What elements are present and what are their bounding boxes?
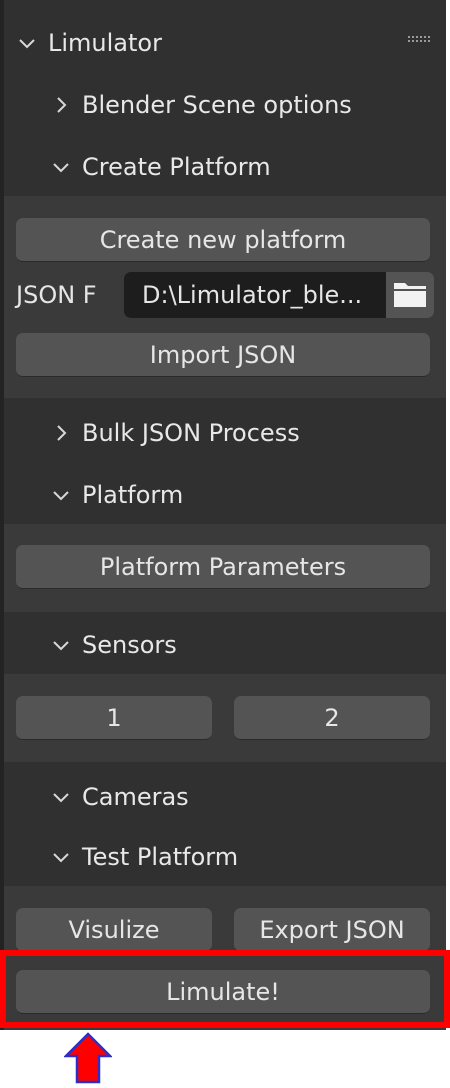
- section-label: Platform: [82, 481, 184, 509]
- chevron-down-icon: [16, 32, 38, 54]
- chevron-right-icon: [50, 94, 72, 116]
- section-create-platform[interactable]: Create Platform: [4, 148, 446, 186]
- section-label: Cameras: [82, 783, 189, 811]
- button-label: 2: [324, 703, 340, 732]
- section-bulk-json-process[interactable]: Bulk JSON Process: [4, 414, 446, 452]
- section-label: Test Platform: [82, 843, 239, 871]
- chevron-down-icon: [50, 156, 72, 178]
- chevron-right-icon: [50, 422, 72, 444]
- folder-icon: [393, 278, 427, 312]
- button-label: Visulize: [68, 915, 160, 944]
- chevron-down-icon: [50, 634, 72, 656]
- section-platform[interactable]: Platform: [4, 476, 446, 514]
- platform-parameters-button[interactable]: Platform Parameters: [16, 545, 430, 589]
- section-label: Bulk JSON Process: [82, 419, 300, 447]
- button-label: Platform Parameters: [99, 552, 347, 581]
- chevron-down-icon: [50, 484, 72, 506]
- limulator-panel-header[interactable]: Limulator: [4, 24, 446, 62]
- section-label: Blender Scene options: [82, 91, 352, 119]
- section-test-platform[interactable]: Test Platform: [4, 838, 446, 876]
- button-label: Create new platform: [99, 225, 347, 254]
- panel-title: Limulator: [48, 29, 162, 57]
- section-blender-scene-options[interactable]: Blender Scene options: [4, 86, 446, 124]
- button-label: Import JSON: [149, 340, 297, 369]
- chevron-down-icon: [50, 786, 72, 808]
- chevron-down-icon: [50, 846, 72, 868]
- create-new-platform-button[interactable]: Create new platform: [16, 218, 430, 262]
- import-json-button[interactable]: Import JSON: [16, 333, 430, 377]
- section-sensors[interactable]: Sensors: [4, 626, 446, 664]
- section-label: Sensors: [82, 631, 177, 659]
- limulator-panel: Limulator Blender Scene options Create P…: [0, 0, 446, 1030]
- highlight-box: [0, 950, 450, 1028]
- section-cameras[interactable]: Cameras: [4, 778, 446, 816]
- button-label: Export JSON: [259, 915, 405, 944]
- json-field-label: JSON F: [16, 281, 97, 309]
- export-json-button[interactable]: Export JSON: [234, 908, 430, 952]
- up-arrow-icon: [62, 1032, 114, 1084]
- drag-grip-icon[interactable]: [408, 36, 430, 46]
- json-file-path-value: D:\Limulator_ble...: [142, 281, 363, 309]
- visualize-button[interactable]: Visulize: [16, 908, 212, 952]
- button-label: 1: [106, 703, 122, 732]
- browse-folder-button[interactable]: [386, 272, 434, 318]
- sensor-button-1[interactable]: 1: [16, 696, 212, 740]
- sensor-button-2[interactable]: 2: [234, 696, 430, 740]
- json-file-path-input[interactable]: D:\Limulator_ble...: [124, 272, 386, 318]
- section-label: Create Platform: [82, 153, 271, 181]
